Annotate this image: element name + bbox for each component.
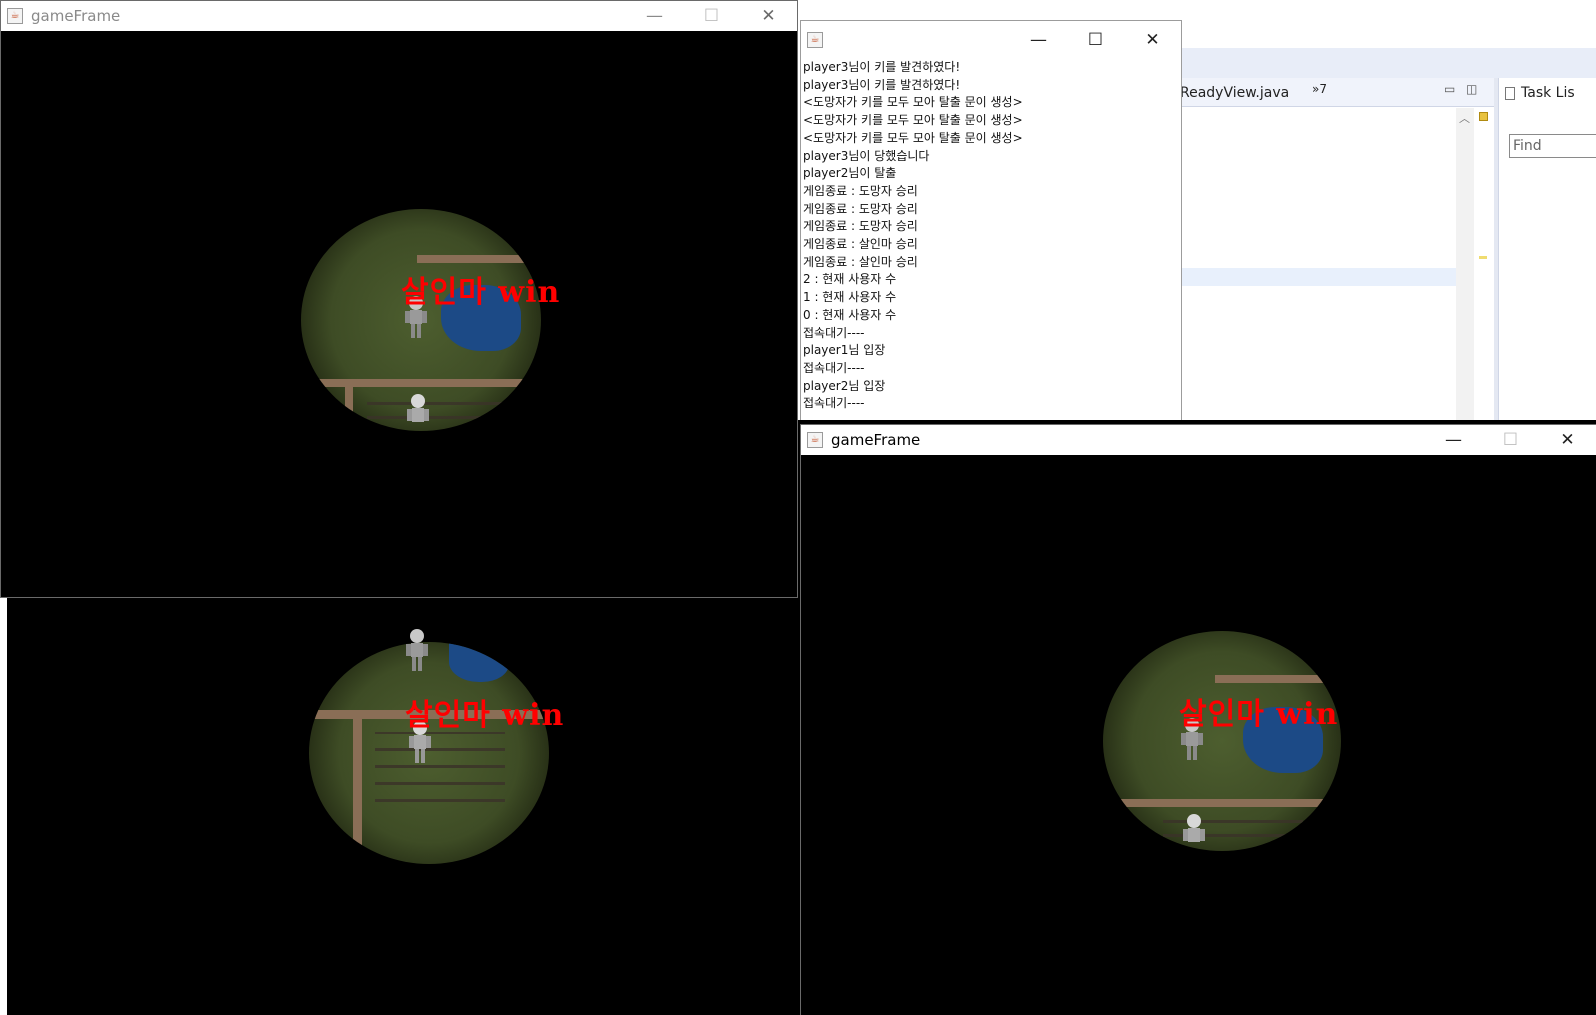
overview-ruler bbox=[1476, 108, 1490, 420]
log-line: <도망자가 키를 모두 모아 탈출 문이 생성> bbox=[803, 113, 1023, 128]
maximize-button[interactable]: ☐ bbox=[1482, 425, 1539, 455]
game-window-3: ☕ gameFrame — ☐ ✕ 살인마 win bbox=[800, 424, 1596, 1015]
killer-win-text: 살인마 win bbox=[405, 698, 565, 733]
close-button[interactable]: ✕ bbox=[740, 1, 797, 31]
log-line: 게임종료 : 살인마 승리 bbox=[803, 237, 918, 252]
minimize-button[interactable]: — bbox=[1425, 425, 1482, 455]
java-app-icon: ☕ bbox=[7, 8, 23, 24]
log-window: ☕ — ☐ ✕ player3님이 키를 발견하였다! player3님이 키를… bbox=[800, 20, 1182, 460]
maximize-view-icon[interactable]: ◫ bbox=[1466, 82, 1477, 96]
tab-task-list[interactable]: Task Lis bbox=[1521, 85, 1575, 101]
editor-current-line-highlight bbox=[1160, 268, 1456, 286]
fence-rows bbox=[367, 397, 507, 427]
minimize-button[interactable]: — bbox=[626, 1, 683, 31]
skeleton-killer-sprite bbox=[407, 394, 429, 422]
minimize-view-icon[interactable]: ▭ bbox=[1444, 82, 1455, 96]
editor-scrollbar[interactable] bbox=[1456, 108, 1474, 420]
killer-win-text: 살인마 win bbox=[401, 275, 561, 310]
ide-toolbar-strip bbox=[1160, 48, 1596, 78]
game-window-1: ☕ gameFrame — ☐ ✕ 살인마 win bbox=[0, 0, 798, 598]
log-line: 접속대기---- bbox=[803, 360, 865, 375]
dirt-path bbox=[301, 379, 541, 387]
log-text-area[interactable]: player3님이 키를 발견하였다! player3님이 키를 발견하였다! … bbox=[801, 59, 1181, 459]
game-window-3-title: gameFrame bbox=[831, 431, 921, 449]
editor-tab-readyview[interactable]: ReadyView.java bbox=[1180, 85, 1289, 101]
close-button[interactable]: ✕ bbox=[1539, 425, 1596, 455]
log-line: player3님이 키를 발견하였다! bbox=[803, 77, 961, 92]
close-button[interactable]: ✕ bbox=[1124, 21, 1181, 58]
log-line: <도망자가 키를 모두 모아 탈출 문이 생성> bbox=[803, 130, 1023, 145]
dirt-path bbox=[353, 716, 362, 864]
dirt-path bbox=[417, 255, 541, 263]
fence-rows bbox=[375, 732, 505, 812]
pond bbox=[449, 642, 509, 682]
log-line: 2 : 현재 사용자 수 bbox=[803, 272, 897, 287]
log-line: <도망자가 키를 모두 모아 탈출 문이 생성> bbox=[803, 95, 1023, 110]
log-line: 0 : 현재 사용자 수 bbox=[803, 307, 897, 322]
scroll-up-arrow-icon[interactable]: ︿ bbox=[1459, 110, 1470, 126]
java-app-icon: ☕ bbox=[807, 31, 823, 48]
log-line: player1님 입장 bbox=[803, 343, 886, 358]
java-app-icon: ☕ bbox=[807, 432, 823, 448]
log-line: 게임종료 : 살인마 승리 bbox=[803, 254, 918, 269]
find-input-placeholder: Find bbox=[1513, 138, 1542, 154]
warning-marker[interactable] bbox=[1479, 112, 1488, 121]
log-line: player2님이 탈출 bbox=[803, 166, 897, 181]
vision-circle-right bbox=[1103, 631, 1341, 851]
skeleton-killer-sprite bbox=[1183, 814, 1205, 842]
log-line: player3님이 키를 발견하였다! bbox=[803, 60, 961, 74]
log-line: 게임종료 : 도망자 승리 bbox=[803, 201, 918, 216]
log-line: 접속대기---- bbox=[803, 396, 865, 411]
skeleton-player-sprite bbox=[406, 629, 428, 671]
minimize-button[interactable]: — bbox=[1010, 21, 1067, 58]
game-window-1-title: gameFrame bbox=[31, 7, 121, 25]
log-line: 게임종료 : 도망자 승리 bbox=[803, 183, 918, 198]
log-line: 1 : 현재 사용자 수 bbox=[803, 290, 897, 305]
log-window-titlebar[interactable]: ☕ — ☐ ✕ bbox=[801, 21, 1181, 58]
ide-background: ReadyView.java »7 ▭ ◫ ︿ Task Lis Find bbox=[1160, 0, 1596, 420]
log-line: 접속대기---- bbox=[803, 325, 865, 340]
log-line: 게임종료 : 도망자 승리 bbox=[803, 219, 918, 234]
game-window-3-titlebar[interactable]: ☕ gameFrame — ☐ ✕ bbox=[801, 425, 1596, 455]
task-list-panel: Task Lis Find bbox=[1498, 78, 1596, 420]
maximize-button[interactable]: ☐ bbox=[1067, 21, 1124, 58]
log-line: player3님이 당했습니다 bbox=[803, 148, 930, 163]
dirt-path bbox=[1215, 675, 1341, 683]
dirt-path bbox=[1103, 799, 1341, 807]
game-window-1-titlebar[interactable]: ☕ gameFrame — ☐ ✕ bbox=[1, 1, 797, 31]
game-canvas-3[interactable]: 살인마 win bbox=[801, 455, 1596, 1015]
dirt-path bbox=[345, 385, 353, 431]
task-list-icon bbox=[1505, 87, 1515, 100]
game-canvas-1[interactable]: 살인마 win bbox=[1, 31, 797, 597]
log-line: player2님 입장 bbox=[803, 378, 886, 393]
tab-overflow-indicator[interactable]: »7 bbox=[1312, 82, 1327, 96]
occurrence-marker[interactable] bbox=[1479, 256, 1487, 259]
maximize-button[interactable]: ☐ bbox=[683, 1, 740, 31]
killer-win-text: 살인마 win bbox=[1179, 697, 1339, 732]
find-input[interactable]: Find bbox=[1509, 134, 1596, 158]
